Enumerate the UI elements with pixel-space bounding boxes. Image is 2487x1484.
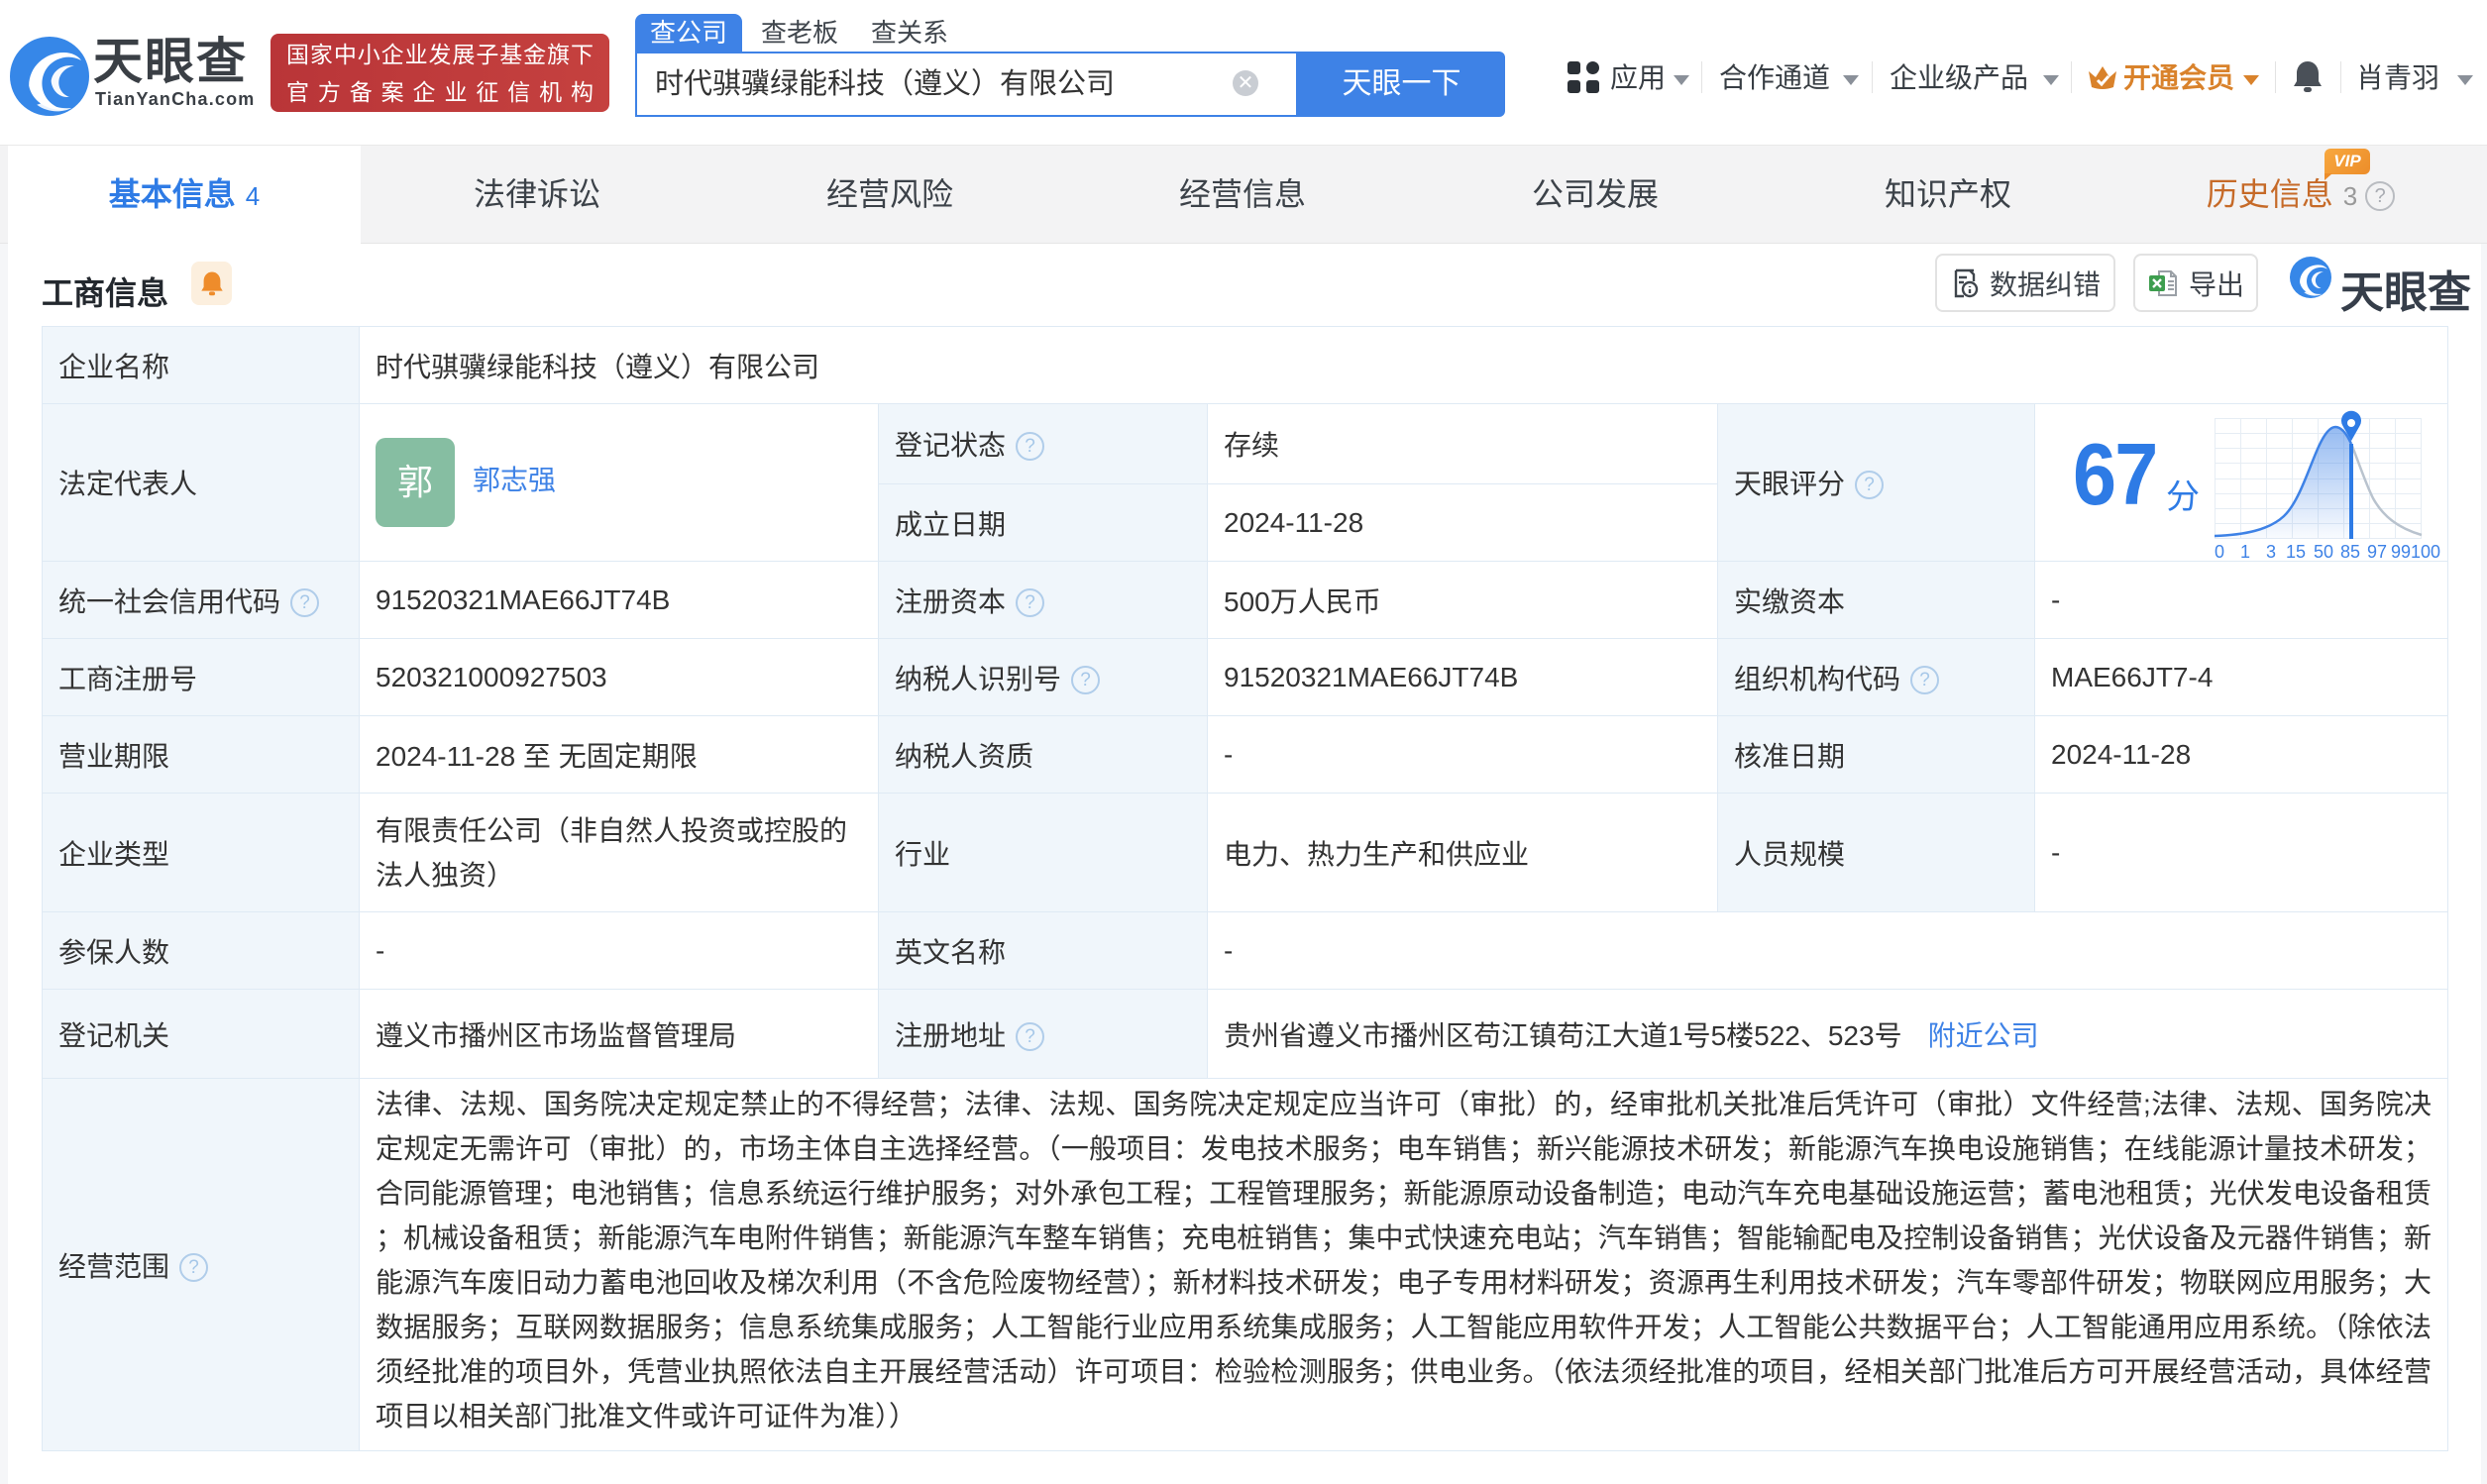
svg-text:50: 50 [2314,542,2333,562]
svg-text:0: 0 [2215,542,2224,562]
svg-text:99: 99 [2391,542,2411,562]
svg-text:15: 15 [2286,542,2306,562]
svg-text:3: 3 [2266,542,2276,562]
svg-text:100: 100 [2411,542,2440,562]
svg-text:97: 97 [2367,542,2387,562]
svg-text:85: 85 [2340,542,2360,562]
svg-text:1: 1 [2240,542,2250,562]
